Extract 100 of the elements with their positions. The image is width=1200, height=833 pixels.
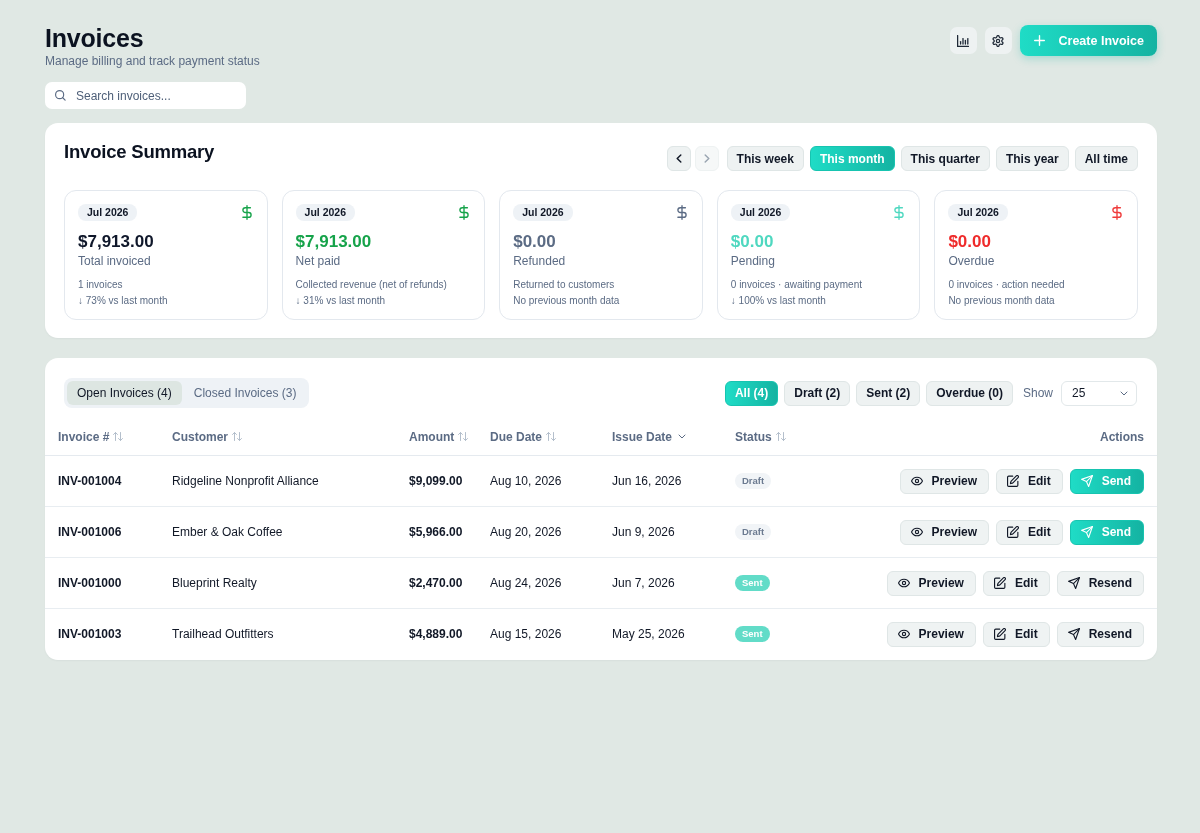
customer-name: Ridgeline Nonprofit Alliance xyxy=(172,474,319,488)
period-badge: Jul 2026 xyxy=(730,204,791,221)
due-date: Aug 24, 2026 xyxy=(490,576,562,590)
plus-icon xyxy=(1033,35,1045,46)
stat-label: Net paid xyxy=(295,253,341,269)
page-subtitle: Manage billing and track payment status xyxy=(45,53,260,69)
stat-note: ↓ 31% vs last month xyxy=(295,294,386,308)
column-header[interactable]: Issue Date xyxy=(612,429,687,444)
column-header: Actions xyxy=(1100,429,1144,444)
status-badge: Sent xyxy=(735,575,770,591)
edit-button[interactable]: Edit xyxy=(982,621,1050,647)
stat-note: 1 invoices xyxy=(78,278,123,292)
paper-plane-icon xyxy=(1080,475,1093,487)
eye-icon xyxy=(910,526,923,538)
period-badge: Jul 2026 xyxy=(295,204,356,221)
period-badge: Jul 2026 xyxy=(948,204,1008,221)
paper-plane-icon xyxy=(1067,577,1080,589)
column-header[interactable]: Status xyxy=(735,429,786,444)
pencil-square-icon xyxy=(1007,475,1019,487)
invoice-amount: $4,889.00 xyxy=(409,627,463,641)
chevron-right-icon xyxy=(703,154,710,163)
stat-amount: $0.00 xyxy=(730,231,774,253)
invoice-number: INV-001003 xyxy=(58,627,122,641)
edit-button[interactable]: Edit xyxy=(982,570,1050,596)
tab[interactable]: Open Invoices (4) xyxy=(67,381,182,405)
pencil-square-icon xyxy=(993,577,1006,589)
send-button[interactable]: Resend xyxy=(1056,621,1144,647)
invoice-amount: $9,099.00 xyxy=(409,474,463,488)
period-button[interactable]: This quarter xyxy=(900,146,990,171)
invoice-number: INV-001004 xyxy=(58,474,122,488)
chevron-left-icon xyxy=(675,154,682,163)
stat-label: Pending xyxy=(730,253,775,269)
bar-chart-icon xyxy=(957,34,970,47)
invoice-number: INV-001000 xyxy=(58,576,122,590)
due-date: Aug 15, 2026 xyxy=(490,627,562,641)
column-header[interactable]: Customer xyxy=(172,429,242,444)
tab[interactable]: Closed Invoices (3) xyxy=(183,381,307,405)
preview-button[interactable]: Preview xyxy=(899,468,989,494)
stat-note: ↓ 100% vs last month xyxy=(730,294,826,308)
search-field[interactable]: Search invoices... xyxy=(45,82,246,109)
stat-note: 0 invoices · action needed xyxy=(948,278,1065,292)
customer-name: Trailhead Outfitters xyxy=(172,627,274,641)
invoice-amount: $5,966.00 xyxy=(409,525,463,539)
stat-amount: $0.00 xyxy=(513,231,556,253)
eye-icon xyxy=(910,475,923,487)
customer-name: Blueprint Realty xyxy=(172,576,257,590)
column-header[interactable]: Due Date xyxy=(490,429,556,444)
page-size-select[interactable]: 25 xyxy=(1061,380,1137,406)
issue-date: Jun 7, 2026 xyxy=(612,576,675,590)
edit-button[interactable]: Edit xyxy=(996,468,1063,494)
stat-note: ↓ 73% vs last month xyxy=(78,294,168,308)
paper-plane-icon xyxy=(1080,526,1093,538)
filter-button[interactable]: Sent (2) xyxy=(856,380,921,406)
stat-amount: $0.00 xyxy=(948,231,991,253)
pencil-square-icon xyxy=(993,628,1006,640)
settings-button[interactable] xyxy=(984,27,1012,54)
customer-name: Ember & Oak Coffee xyxy=(172,525,283,539)
period-button[interactable]: All time xyxy=(1074,146,1138,171)
send-button[interactable]: Resend xyxy=(1056,570,1144,596)
column-header[interactable]: Amount xyxy=(409,429,469,444)
stat-note: No previous month data xyxy=(513,294,620,308)
reports-button[interactable] xyxy=(949,27,977,54)
preview-button[interactable]: Preview xyxy=(899,519,989,545)
settings-icon xyxy=(992,34,1005,47)
issue-date: May 25, 2026 xyxy=(612,627,685,641)
page-title: Invoices xyxy=(45,24,144,52)
chevron-down-icon xyxy=(1120,390,1128,396)
eye-icon xyxy=(897,577,910,589)
period-badge: Jul 2026 xyxy=(513,204,573,221)
previous-button[interactable] xyxy=(666,146,691,171)
stat-note: Returned to customers xyxy=(513,278,615,292)
filter-button[interactable]: Draft (2) xyxy=(784,380,851,406)
stat-amount: $7,913.00 xyxy=(295,231,372,253)
status-badge: Sent xyxy=(735,626,770,642)
column-header[interactable]: Invoice # xyxy=(58,429,124,444)
search-icon xyxy=(55,90,66,101)
stat-note: No previous month data xyxy=(948,294,1055,308)
paper-plane-icon xyxy=(1067,628,1080,640)
filter-button[interactable]: Overdue (0) xyxy=(926,380,1013,406)
stat-note: Collected revenue (net of refunds) xyxy=(295,278,447,292)
invoice-amount: $2,470.00 xyxy=(409,576,463,590)
edit-button[interactable]: Edit xyxy=(996,519,1063,545)
eye-icon xyxy=(897,628,910,640)
stat-amount: $7,913.00 xyxy=(78,231,154,253)
period-badge: Jul 2026 xyxy=(78,204,138,221)
status-badge: Draft xyxy=(735,524,772,540)
stat-note: 0 invoices · awaiting payment xyxy=(730,278,862,292)
period-button[interactable]: This week xyxy=(726,146,804,171)
invoice-number: INV-001006 xyxy=(58,525,122,539)
issue-date: Jun 16, 2026 xyxy=(612,474,682,488)
summary-title: Invoice Summary xyxy=(64,140,215,164)
preview-button[interactable]: Preview xyxy=(886,621,976,647)
due-date: Aug 10, 2026 xyxy=(490,474,562,488)
stat-label: Refunded xyxy=(513,253,566,269)
period-button[interactable]: This year xyxy=(995,146,1069,171)
stat-label: Overdue xyxy=(948,253,995,269)
pencil-square-icon xyxy=(1007,526,1019,538)
show-label: Show xyxy=(1022,386,1053,400)
preview-button[interactable]: Preview xyxy=(886,570,976,596)
due-date: Aug 20, 2026 xyxy=(490,525,562,539)
